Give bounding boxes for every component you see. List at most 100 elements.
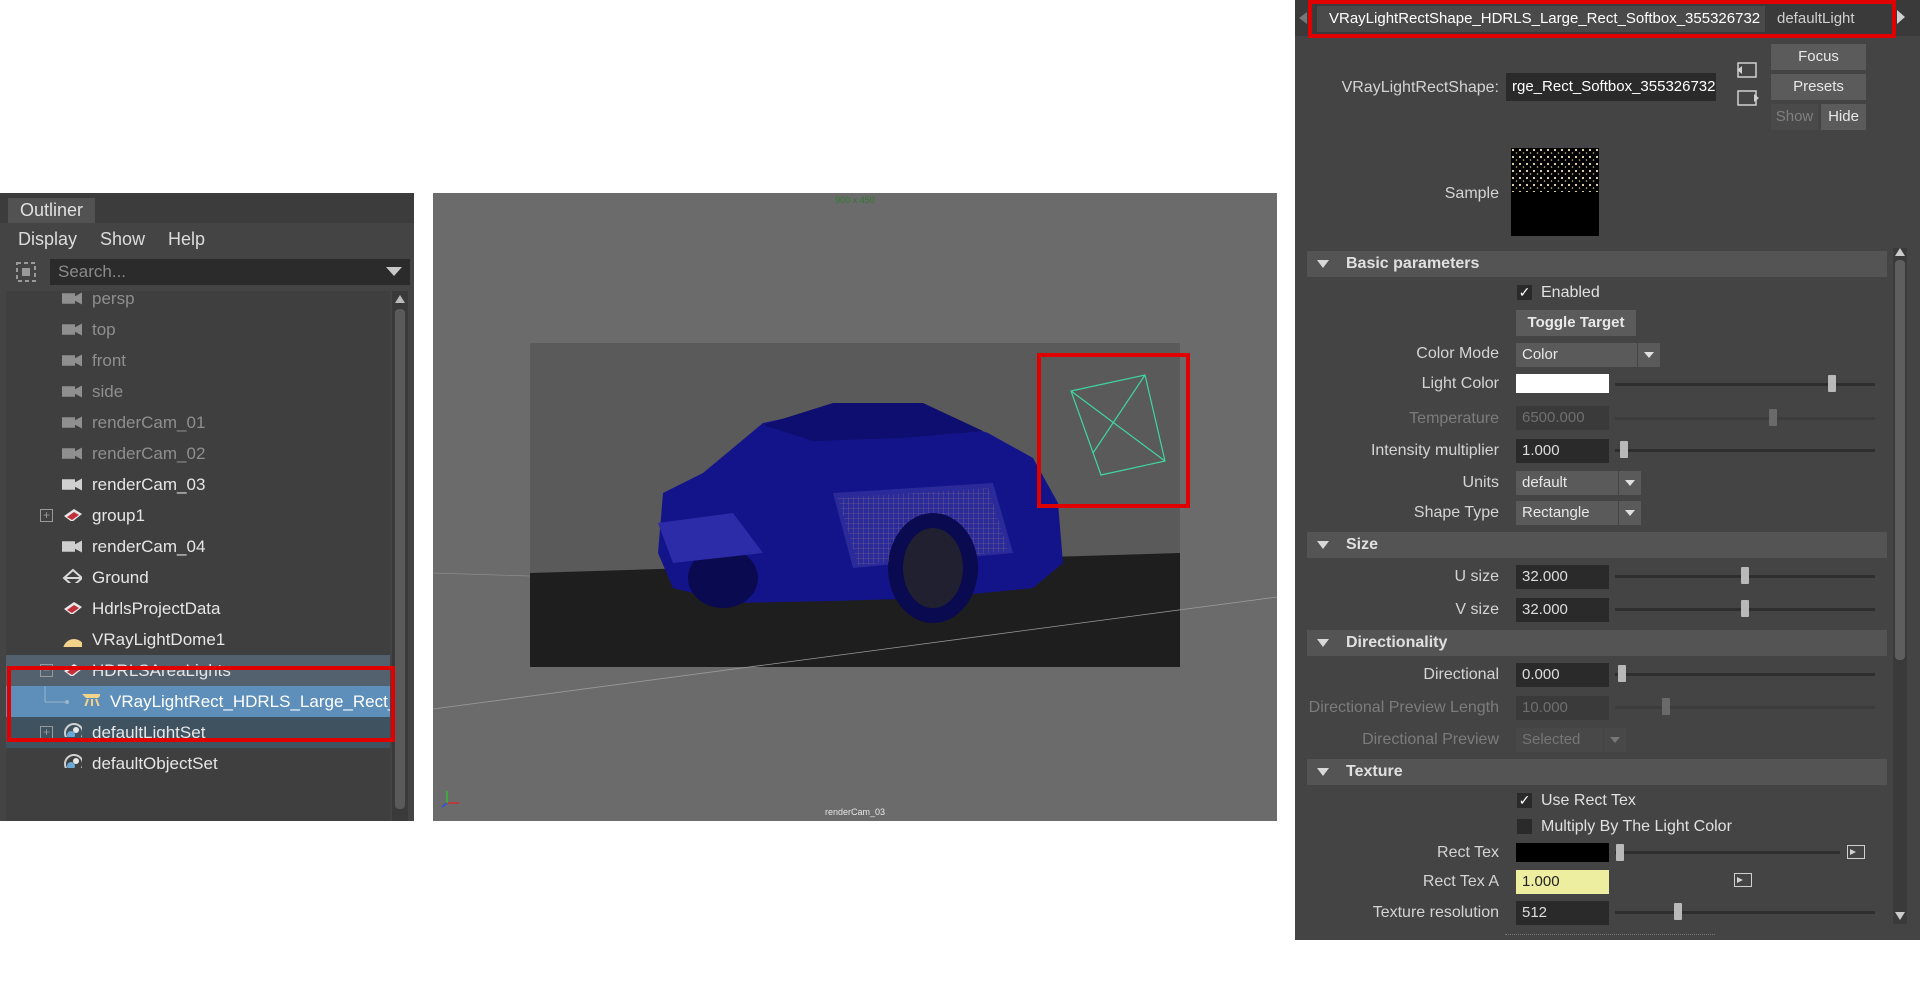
hide-button[interactable]: Hide [1821,104,1866,130]
shape-type-dropdown[interactable]: Rectangle [1516,501,1641,525]
presets-button[interactable]: Presets [1771,74,1866,100]
v-size-label: V size [1455,601,1499,618]
rect-tex-slider[interactable] [1615,851,1840,854]
scrollbar-thumb[interactable] [1895,260,1905,660]
light-color-slider-handle[interactable] [1828,375,1836,392]
attr-scrollbar[interactable] [1893,248,1907,924]
dir-preview-dropdown: Selected [1516,728,1626,752]
tree-item-rendercam-03[interactable]: renderCam_03 [6,469,390,500]
directional-slider-handle[interactable] [1618,665,1626,682]
toggle-target-button[interactable]: Toggle Target [1516,310,1636,336]
intensity-slider-handle[interactable] [1620,441,1628,458]
tab-scroll-left-icon[interactable] [1299,12,1307,24]
intensity-field[interactable]: 1.000 [1516,439,1609,463]
tab-outliner[interactable]: Outliner [8,198,96,223]
output-connections-icon[interactable] [1736,89,1760,107]
enabled-label: Enabled [1541,284,1600,301]
temperature-slider-handle [1769,409,1777,426]
scroll-down-icon[interactable] [1895,912,1905,920]
map-button-icon[interactable] [1847,845,1865,859]
rect-tex-label: Rect Tex [1437,844,1499,861]
camera-icon [62,385,82,398]
multiply-light-color-checkbox[interactable] [1517,819,1532,834]
dir-preview-length-field: 10.000 [1516,696,1609,720]
u-size-slider-handle[interactable] [1741,567,1749,584]
section-texture[interactable]: Texture [1307,759,1887,785]
texture-resolution-slider-handle[interactable] [1674,903,1682,920]
rect-tex-swatch[interactable] [1516,843,1609,862]
search-input[interactable]: Search... [50,259,410,285]
input-connections-icon[interactable] [1736,61,1758,79]
set-icon [64,754,82,768]
light-color-label: Light Color [1421,375,1499,392]
shape-type-label: Shape Type [1413,504,1499,521]
use-rect-tex-checkbox[interactable]: ✓ [1517,793,1532,808]
dropdown-arrow-icon [1618,471,1641,495]
tree-item-front[interactable]: front [6,345,390,376]
tree-item-top[interactable]: top [6,314,390,345]
tree-item-ground[interactable]: Ground [6,562,390,593]
u-size-field[interactable]: 32.000 [1516,565,1609,589]
scroll-up-icon[interactable] [395,295,405,303]
menu-show[interactable]: Show [100,223,145,255]
attribute-editor: VRayLightRectShape_HDRLS_Large_Rect_Soft… [1295,0,1920,940]
section-size[interactable]: Size [1307,532,1887,558]
v-size-slider-handle[interactable] [1741,600,1749,617]
multiply-light-color-label: Multiply By The Light Color [1541,818,1732,835]
texture-resolution-slider[interactable] [1615,911,1875,914]
search-dropdown-icon[interactable] [386,267,402,277]
tree-item-rendercam-01[interactable]: renderCam_01 [6,407,390,438]
dir-preview-length-slider [1615,706,1875,709]
highlight-light-gizmo [1037,353,1190,508]
expand-icon[interactable]: + [40,509,53,522]
outliner-tabbar: Outliner [0,193,414,223]
tree-item-group1[interactable]: + group1 [6,500,390,531]
node-name-field[interactable]: rge_Rect_Softbox_355326732 [1506,73,1716,101]
light-color-slider[interactable] [1615,383,1875,386]
show-button[interactable]: Show [1771,104,1818,130]
units-dropdown[interactable]: default [1516,471,1641,495]
color-mode-dropdown[interactable]: Color [1516,343,1660,367]
units-label: Units [1462,474,1499,491]
highlight-attr-tab [1308,0,1896,38]
resize-grip[interactable] [1505,934,1715,937]
scrollbar-thumb[interactable] [395,309,405,809]
intensity-label: Intensity multiplier [1370,442,1499,459]
mesh-icon [62,568,82,583]
temperature-label: Temperature [1409,410,1499,427]
focus-button[interactable]: Focus [1771,44,1866,70]
tree-item-side[interactable]: side [6,376,390,407]
directional-slider[interactable] [1615,673,1875,676]
directional-label: Directional [1423,666,1499,683]
menu-help[interactable]: Help [168,223,205,255]
tree-item-defaultobjectset[interactable]: defaultObjectSet [6,748,390,779]
dir-preview-length-label: Directional Preview Length [1308,699,1499,716]
tree-item-hdrlsprojectdata[interactable]: HdrlsProjectData [6,593,390,624]
tree-item-rendercam-02[interactable]: renderCam_02 [6,438,390,469]
texture-resolution-field[interactable]: 512 [1516,901,1609,925]
directional-field[interactable]: 0.000 [1516,663,1609,687]
tree-item-vraylightdome1[interactable]: VRayLightDome1 [6,624,390,655]
menu-display[interactable]: Display [18,223,77,255]
tree-item-persp[interactable]: persp [6,291,390,314]
scroll-up-icon[interactable] [1895,248,1905,256]
section-directionality[interactable]: Directionality [1307,630,1887,656]
color-mode-label: Color Mode [1416,345,1499,362]
rect-tex-a-label: Rect Tex A [1422,873,1499,890]
filter-icon[interactable] [14,260,38,284]
dome-light-icon [63,639,82,647]
intensity-slider[interactable] [1615,449,1875,452]
tab-scroll-right-icon[interactable] [1897,10,1905,24]
outliner-menubar: Display Show Help [6,223,408,255]
section-basic-parameters[interactable]: Basic parameters [1307,251,1887,277]
group-icon [64,509,82,521]
enabled-checkbox[interactable]: ✓ [1517,285,1532,300]
map-button-icon[interactable] [1734,873,1752,887]
collapse-arrow-icon [1317,768,1329,776]
rect-tex-a-field[interactable]: 1.000 [1516,870,1609,894]
light-color-swatch[interactable] [1516,374,1609,393]
camera-icon [62,354,82,367]
tree-item-rendercam-04[interactable]: renderCam_04 [6,531,390,562]
rect-tex-slider-handle[interactable] [1616,844,1624,861]
v-size-field[interactable]: 32.000 [1516,598,1609,622]
